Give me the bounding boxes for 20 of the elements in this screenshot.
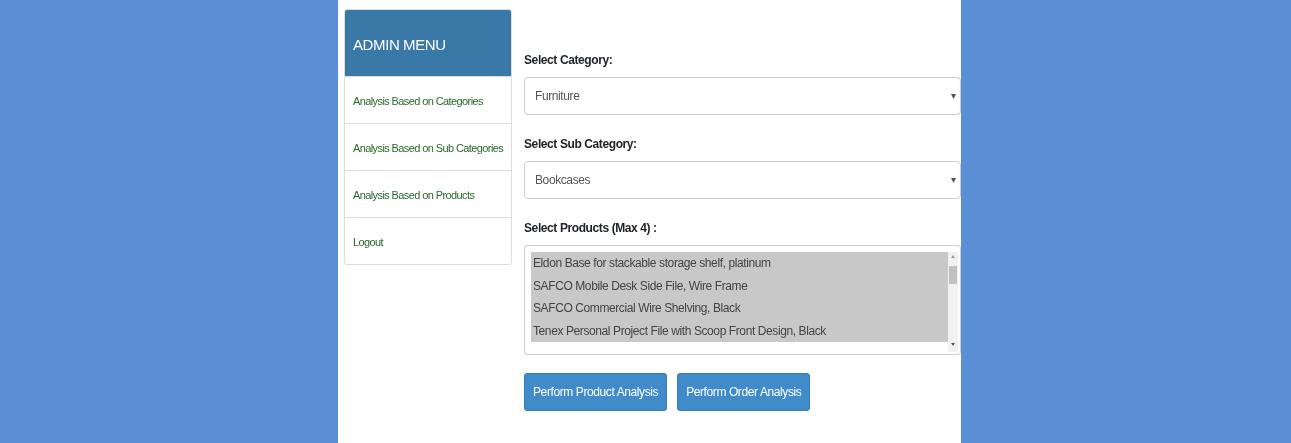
- menu-item[interactable]: Analysis Based on Products: [345, 170, 511, 217]
- analysis-button[interactable]: Perform Product Analysis: [524, 373, 668, 411]
- list-option[interactable]: Eldon Base for stackable storage shelf, platinum: [531, 252, 948, 275]
- field-label: Select Products (Max 4) :: [524, 220, 658, 237]
- menu-item[interactable]: Logout: [345, 217, 511, 264]
- caret-icon: [951, 177, 956, 183]
- field-label: Select Category:: [524, 52, 614, 69]
- product-listbox[interactable]: Eldon Base for stackable storage shelf, platinum SAFCO Mobile Desk Side File, Wire Frame SAFCO Commercial Wire Shelving, Black Tenex Personal Project File with Scoop Front Design, Black: [524, 245, 961, 355]
- select-field[interactable]: Furniture: [524, 77, 961, 115]
- menu-item[interactable]: Analysis Based on Sub Categories: [345, 123, 511, 170]
- list-option[interactable]: SAFCO Commercial Wire Shelving, Black: [531, 297, 948, 320]
- field-label: Select Sub Category:: [524, 136, 638, 153]
- list-option[interactable]: SAFCO Mobile Desk Side File, Wire Frame: [531, 274, 948, 297]
- scrollbar[interactable]: [948, 252, 958, 352]
- menu-item[interactable]: Analysis Based on Categories: [345, 76, 511, 123]
- analysis-button[interactable]: Perform Order Analysis: [677, 373, 811, 411]
- menu-header: ADMIN MENU: [345, 10, 511, 76]
- select-field[interactable]: Bookcases: [524, 161, 961, 199]
- list-option[interactable]: Tenex Personal Project File with Scoop Front Design, Black: [531, 319, 948, 342]
- caret-icon: [951, 93, 956, 99]
